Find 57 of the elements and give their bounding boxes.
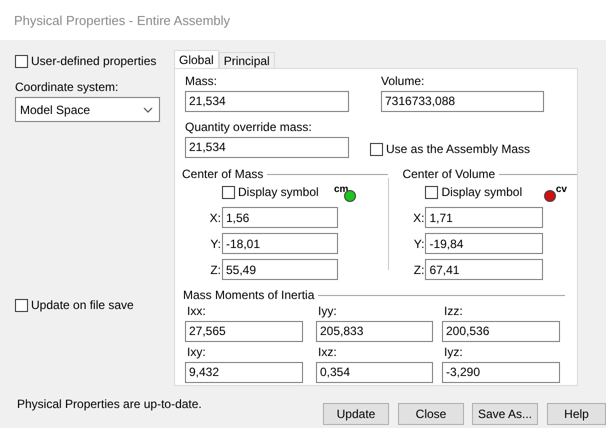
field-label: Ixx:	[186, 304, 207, 318]
dialog-button[interactable]: Close	[398, 403, 464, 425]
axis-label: Z:	[412, 262, 426, 278]
axis-label: Z:	[209, 262, 222, 278]
checkbox-label[interactable]: Use as the Assembly Mass	[386, 142, 530, 156]
dialog-button[interactable]: Save As...	[472, 403, 538, 425]
input-field[interactable]: 0,354	[316, 362, 433, 383]
dialog-button[interactable]: Update	[323, 403, 389, 425]
status-text: Physical Properties are up-to-date.	[17, 397, 203, 412]
input-field[interactable]: -18,01	[222, 233, 338, 254]
dialog-button[interactable]: Help	[547, 403, 606, 425]
input-field[interactable]: 1,56	[222, 207, 338, 228]
checkbox-label[interactable]: User-defined properties	[31, 54, 156, 68]
tab[interactable]: Global	[174, 50, 219, 68]
input-field[interactable]: 205,833	[316, 320, 433, 342]
axis-label: Y:	[209, 236, 222, 252]
input-field[interactable]: -19,84	[425, 233, 544, 254]
axis-label: Y:	[412, 236, 426, 252]
group-title: Mass Moments of Inertia	[183, 288, 314, 303]
field-label: Ixy:	[186, 344, 207, 359]
field-label: Ixz:	[317, 344, 338, 359]
field-label: Coordinate system:	[15, 80, 120, 94]
field-label: Quantity override mass:	[185, 120, 313, 134]
input-field[interactable]: 21,534	[185, 91, 349, 112]
input-field[interactable]: 21,534	[185, 137, 349, 158]
input-field[interactable]: 27,565	[185, 320, 303, 342]
tab[interactable]: Principal	[218, 52, 275, 68]
checkbox[interactable]	[15, 299, 28, 312]
chevron-down-icon	[143, 106, 153, 113]
axis-label: X:	[412, 210, 426, 226]
dropdown-value: Model Space	[20, 102, 90, 118]
symbol-label: cm	[334, 185, 348, 196]
group-title: Center of Mass	[182, 167, 264, 182]
checkbox-label[interactable]: Display symbol	[238, 185, 319, 200]
input-field[interactable]: 55,49	[222, 259, 338, 280]
input-field[interactable]: 67,41	[425, 259, 544, 280]
checkbox-label[interactable]: Update on file save	[31, 298, 134, 313]
input-field[interactable]: 1,71	[425, 207, 544, 228]
group-title: Center of Volume	[402, 167, 496, 182]
checkbox[interactable]	[222, 186, 235, 200]
checkbox[interactable]	[15, 54, 28, 68]
field-label: Iyz:	[443, 344, 464, 359]
field-label: Iyy:	[317, 304, 338, 318]
checkbox[interactable]	[370, 142, 383, 156]
axis-label: X:	[208, 210, 222, 226]
input-field[interactable]: 9,432	[185, 362, 303, 383]
checkbox[interactable]	[425, 186, 438, 200]
input-field[interactable]: -3,290	[442, 362, 560, 383]
field-label: Volume:	[381, 74, 426, 88]
input-field[interactable]: 7316733,088	[381, 91, 544, 112]
checkbox-label[interactable]: Display symbol	[441, 185, 522, 200]
input-field[interactable]: 200,536	[442, 320, 560, 342]
window-title: Physical Properties - Entire Assembly	[0, 0, 606, 40]
coordinate-system-dropdown[interactable]: Model Space	[15, 97, 160, 122]
field-label: Izz:	[443, 304, 464, 318]
field-label: Mass:	[185, 74, 218, 88]
symbol-label: cv	[556, 185, 567, 196]
